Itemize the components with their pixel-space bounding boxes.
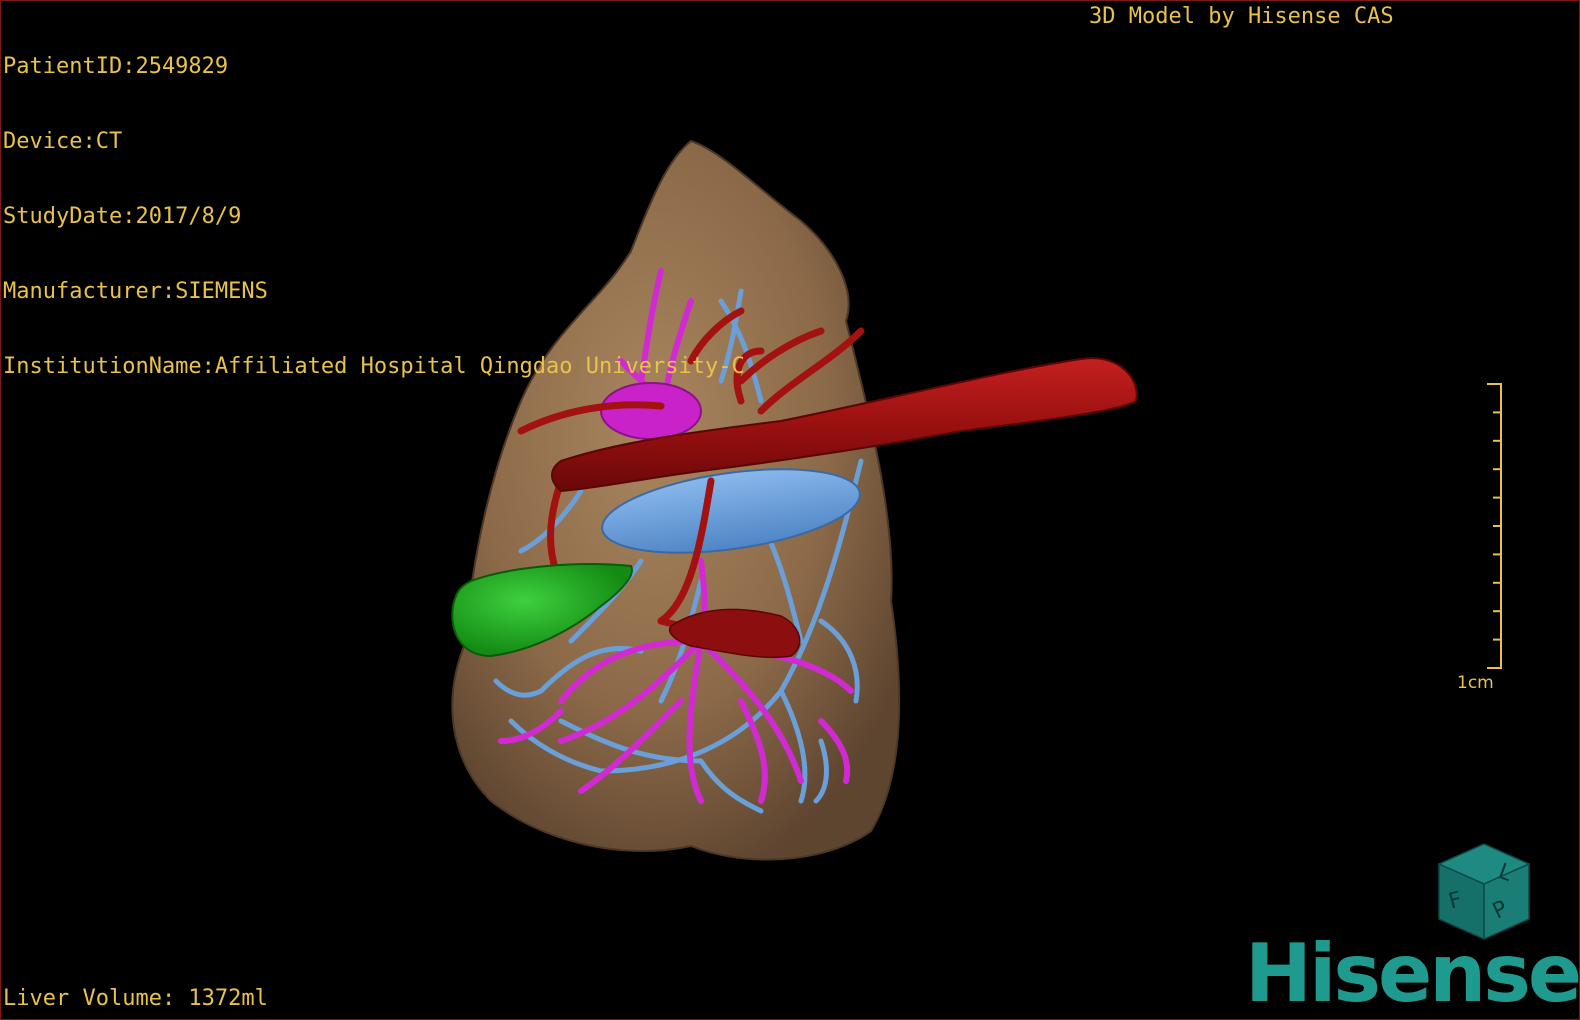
manufacturer-text: Manufacturer:SIEMENS [3, 279, 268, 304]
brand-logo: Hisense [1245, 927, 1580, 1020]
scale-bar [1487, 383, 1502, 669]
3d-viewport[interactable]: PatientID:2549829 Device:CT StudyDate:20… [0, 0, 1580, 1020]
institution-text: InstitutionName:Affiliated Hospital Qing… [3, 354, 745, 379]
dicom-info-overlay: PatientID:2549829 Device:CT StudyDate:20… [3, 4, 745, 429]
model-title-text: 3D Model by Hisense CAS [1089, 4, 1394, 29]
scale-label: 1cm [1457, 673, 1494, 693]
patient-id-text: PatientID:2549829 [3, 54, 229, 79]
liver-volume-text: Liver Volume: 1372ml [3, 986, 268, 1011]
study-date-text: StudyDate:2017/8/9 [3, 204, 242, 229]
device-text: Device:CT [3, 129, 123, 154]
